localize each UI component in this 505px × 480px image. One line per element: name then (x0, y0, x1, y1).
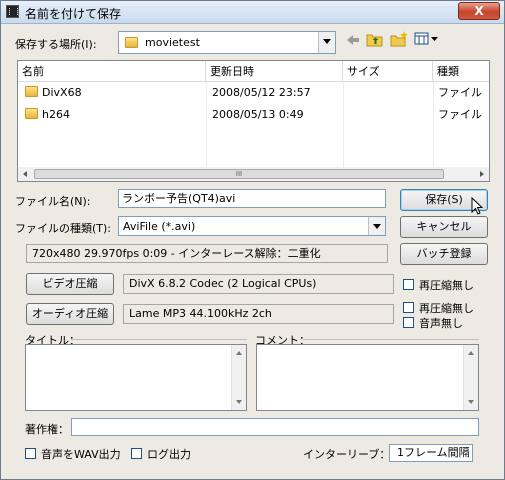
list-item[interactable]: h264 2008/05/13 0:49 ファイル (18, 104, 489, 126)
new-folder-icon[interactable] (390, 30, 409, 47)
copyright-label: 著作権： (25, 423, 69, 436)
list-item[interactable]: DivX68 2008/05/12 23:57 ファイル (18, 82, 489, 104)
batch-register-button[interactable]: バッチ登録 (400, 243, 488, 265)
list-item-name: DivX68 (42, 86, 82, 99)
column-header-type[interactable]: 種類 (433, 61, 489, 82)
folder-icon (25, 104, 38, 126)
video-info: 720x480 29.970fps 0:09 - インターレース解除：二重化 (26, 244, 388, 263)
no-audio-checkbox[interactable] (403, 317, 414, 328)
column-header-size[interactable]: サイズ (343, 61, 433, 82)
mouse-cursor-icon (471, 197, 484, 215)
scroll-up-icon[interactable] (236, 351, 242, 355)
filename-input[interactable]: ランボー予告(QT4)avi (118, 189, 386, 208)
save-dialog: 名前を付けて保存 X 保存する場所(I): movietest 名前 更新日時 … (0, 0, 505, 480)
list-item-date: 2008/05/13 0:49 (212, 108, 304, 121)
column-header-date[interactable]: 更新日時 (206, 61, 343, 82)
chevron-down-icon[interactable] (318, 32, 335, 53)
close-button[interactable]: X (458, 2, 500, 20)
divider (303, 339, 479, 340)
scroll-left-icon[interactable] (23, 171, 27, 177)
audio-no-recompress-label: 再圧縮無し (419, 302, 474, 315)
log-output-checkbox[interactable] (131, 448, 142, 459)
filetype-label: ファイルの種類(T): (15, 222, 112, 235)
file-list[interactable]: 名前 更新日時 サイズ 種類 DivX68 2008/05/12 23:57 フ… (17, 60, 490, 182)
video-no-recompress-label: 再圧縮無し (419, 279, 474, 292)
title-input[interactable] (25, 344, 247, 411)
location-label: 保存する場所(I): (15, 38, 97, 51)
scroll-thumb[interactable]: III (34, 169, 444, 179)
list-item-date: 2008/05/12 23:57 (212, 86, 311, 99)
horizontal-scrollbar[interactable]: III (18, 167, 489, 181)
list-item-type: ファイル (438, 86, 482, 99)
video-compression-button[interactable]: ビデオ圧縮 (26, 273, 114, 295)
interleave-input[interactable]: 1フレーム間隔 (389, 444, 473, 462)
window-title: 名前を付けて保存 (25, 7, 122, 21)
column-header-name[interactable]: 名前 (18, 61, 206, 82)
video-no-recompress-checkbox[interactable] (403, 279, 414, 290)
filename-label: ファイル名(N): (15, 195, 91, 208)
list-item-name: h264 (42, 108, 70, 121)
scroll-right-icon[interactable] (480, 171, 484, 177)
comment-input[interactable] (256, 344, 479, 411)
divider (71, 339, 247, 340)
audio-codec: Lame MP3 44.100kHz 2ch (123, 304, 394, 324)
scroll-down-icon[interactable] (468, 400, 474, 404)
filetype-value: AviFile (*.avi) (123, 220, 196, 233)
filetype-select[interactable]: AviFile (*.avi) (118, 216, 386, 236)
back-arrow-icon[interactable] (345, 32, 361, 48)
location-combo[interactable]: movietest (118, 31, 336, 54)
folder-icon (25, 82, 38, 104)
interleave-label: インターリーブ： (303, 448, 391, 461)
folder-icon (125, 36, 138, 50)
app-film-icon (6, 5, 19, 18)
log-output-label: ログ出力 (147, 448, 191, 461)
wav-output-label: 音声をWAV出力 (41, 448, 121, 461)
scroll-down-icon[interactable] (236, 400, 242, 404)
view-menu-icon[interactable] (414, 32, 440, 46)
no-audio-label: 音声無し (419, 317, 463, 330)
copyright-input[interactable] (71, 418, 479, 436)
audio-compression-button[interactable]: オーディオ圧縮 (26, 303, 114, 325)
chevron-down-icon[interactable] (368, 217, 385, 235)
cancel-button[interactable]: キャンセル (400, 216, 488, 238)
vertical-scrollbar[interactable] (463, 345, 478, 410)
scroll-up-icon[interactable] (468, 351, 474, 355)
list-item-type: ファイル (438, 108, 482, 121)
video-codec: DivX 6.8.2 Codec (2 Logical CPUs) (123, 274, 394, 294)
up-folder-icon[interactable] (366, 31, 384, 47)
audio-no-recompress-checkbox[interactable] (403, 302, 414, 313)
location-value: movietest (145, 36, 200, 49)
title-bar[interactable]: 名前を付けて保存 X (1, 1, 504, 24)
vertical-scrollbar[interactable] (231, 345, 246, 410)
wav-output-checkbox[interactable] (25, 448, 36, 459)
